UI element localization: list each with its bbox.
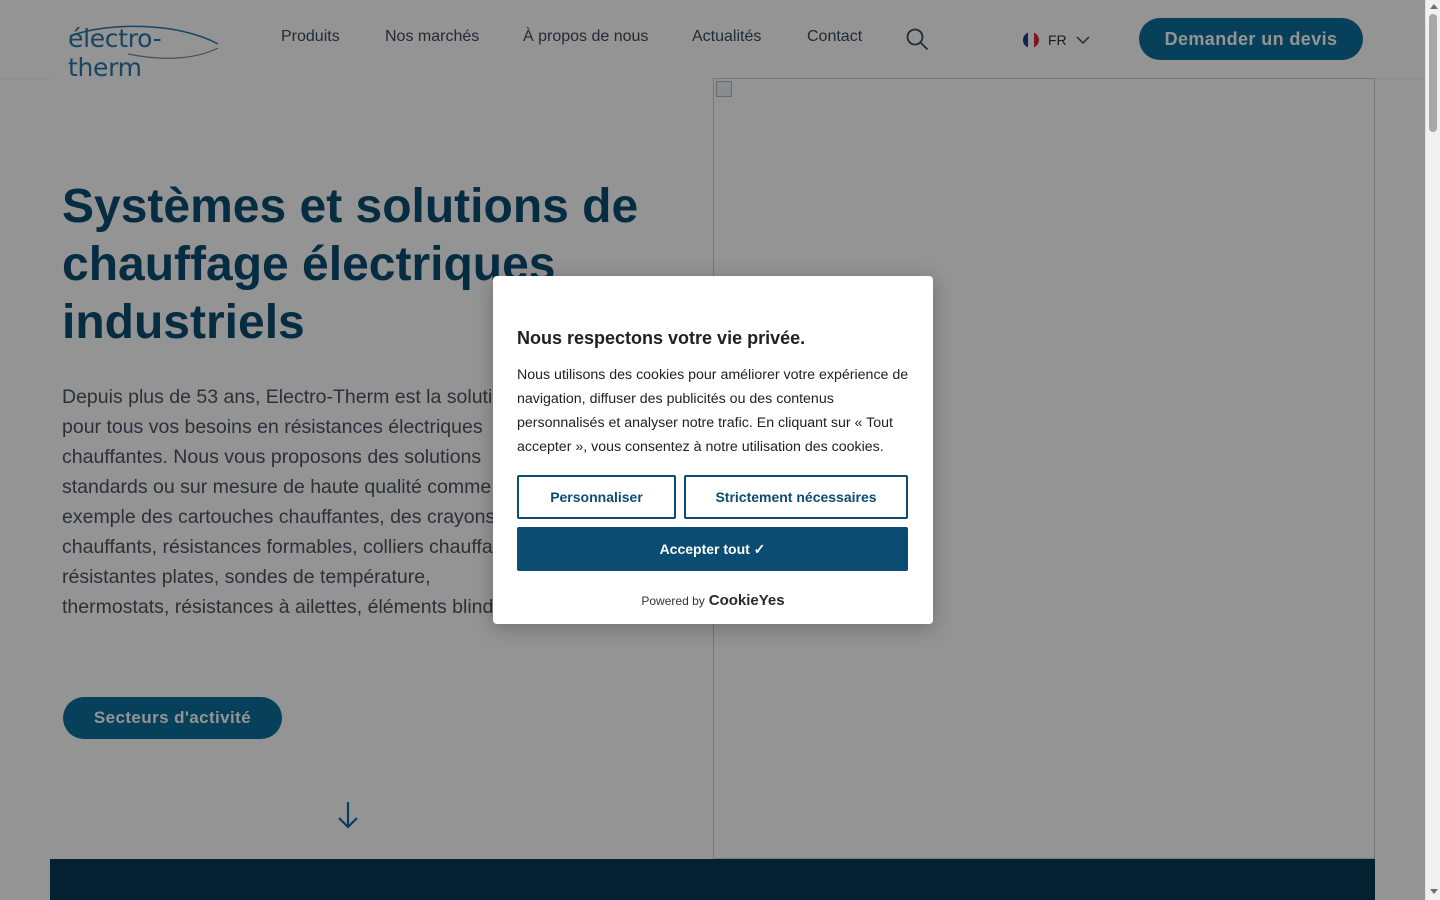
powered-by: Powered by CookieYes [493,592,933,609]
cookie-dialog-text: Nous utilisons des cookies pour améliore… [517,367,909,455]
scroll-up-arrow-icon[interactable] [1430,4,1438,9]
scroll-down-arrow-icon[interactable] [1430,889,1438,894]
cookie-dialog-title: Nous respectons votre vie privée. [517,328,806,348]
cookieyes-logo[interactable]: CookieYes [709,592,785,609]
powered-by-label: Powered by [641,594,705,608]
customize-button[interactable]: Personnaliser [517,475,676,519]
accept-all-button[interactable]: Accepter tout ✓ [517,527,908,571]
scrollbar-thumb[interactable] [1429,14,1437,132]
page-scrollbar[interactable] [1425,0,1440,900]
strictly-necessary-button[interactable]: Strictement nécessaires [684,475,908,519]
cookie-consent-dialog: Nous respectons votre vie privée. Nous u… [493,276,933,624]
